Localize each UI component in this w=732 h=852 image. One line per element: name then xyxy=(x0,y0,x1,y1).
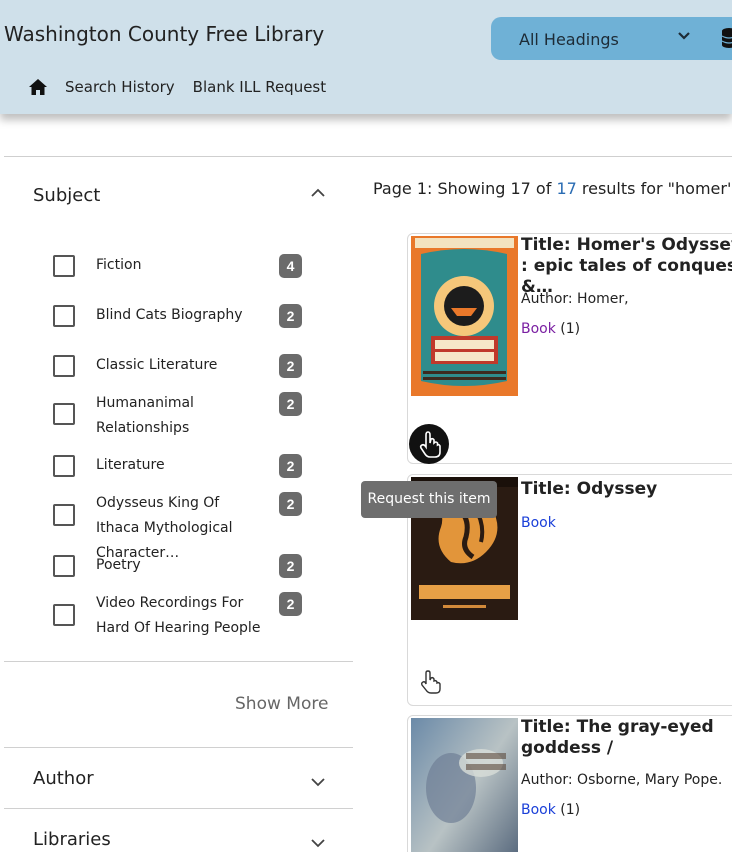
subject-facet-heading[interactable]: Subject xyxy=(33,185,100,206)
divider xyxy=(4,661,353,662)
book-cover-image[interactable] xyxy=(411,236,518,396)
result-title[interactable]: Title: The gray-eyed goddess / xyxy=(521,717,732,759)
book-cover-image[interactable] xyxy=(411,718,518,852)
results-total[interactable]: 17 xyxy=(556,179,576,198)
site-header: Washington County Free Library All Headi… xyxy=(0,0,732,114)
result-format: Book (1) xyxy=(521,321,580,337)
result-format: Book (1) xyxy=(521,802,580,818)
format-count: (1) xyxy=(560,802,581,818)
heading-type-select[interactable]: All Headings xyxy=(491,17,732,60)
format-link[interactable]: Book xyxy=(521,802,556,818)
divider xyxy=(4,747,353,748)
facet-label: Video Recordings For Hard Of Hearing Peo… xyxy=(96,595,261,636)
summary-prefix: Page 1: Showing 17 of xyxy=(373,179,557,198)
facet-checkbox[interactable] xyxy=(53,255,75,277)
facet-checkbox[interactable] xyxy=(53,604,75,626)
divider xyxy=(4,808,353,809)
format-link[interactable]: Book xyxy=(521,515,556,531)
facet-count-badge: 2 xyxy=(279,492,302,516)
facet-checkbox[interactable] xyxy=(53,355,75,377)
result-author: Author: Homer, xyxy=(521,291,629,307)
heading-select-value: All Headings xyxy=(519,30,619,49)
result-author: Author: Osborne, Mary Pope. xyxy=(521,772,723,788)
facet-count-badge: 2 xyxy=(279,454,302,478)
facet-checkbox[interactable] xyxy=(53,555,75,577)
facet-label: Blind Cats Biography xyxy=(96,307,243,323)
chevron-down-icon xyxy=(678,32,690,40)
facet-label: Classic Literature xyxy=(96,357,218,373)
facet-count-badge: 2 xyxy=(279,592,302,616)
result-format: Book xyxy=(521,515,556,531)
chevron-up-icon[interactable] xyxy=(310,188,326,198)
facet-label: Literature xyxy=(96,457,165,473)
format-link[interactable]: Book xyxy=(521,321,556,337)
chevron-down-icon[interactable] xyxy=(310,838,326,848)
facet-count-badge: 2 xyxy=(279,304,302,328)
facet-label: Poetry xyxy=(96,557,141,573)
results-summary: Page 1: Showing 17 of 17 results for "ho… xyxy=(373,179,732,198)
result-title[interactable]: Title: Homer's Odyssey : epic tales of c… xyxy=(521,235,732,298)
result-card: Title: Homer's Odyssey : epic tales of c… xyxy=(407,233,732,464)
result-title[interactable]: Title: Odyssey xyxy=(521,479,732,500)
facet-checkbox[interactable] xyxy=(53,455,75,477)
request-item-tooltip: Request this item xyxy=(361,481,497,518)
search-history-link[interactable]: Search History xyxy=(65,78,175,96)
main-nav: Search History Blank ILL Request xyxy=(28,76,344,98)
result-card: Title: The gray-eyed goddess / Author: O… xyxy=(407,715,732,852)
facet-count-badge: 4 xyxy=(279,254,302,278)
facet-sidebar: Subject Fiction 4 Blind Cats Biography 2… xyxy=(4,157,353,852)
facet-checkbox[interactable] xyxy=(53,403,75,425)
database-icon[interactable] xyxy=(721,27,732,49)
facet-count-badge: 2 xyxy=(279,554,302,578)
author-facet-heading[interactable]: Author xyxy=(33,768,94,789)
facet-checkbox[interactable] xyxy=(53,305,75,327)
hand-pointer-icon xyxy=(419,431,441,458)
facet-count-badge: 2 xyxy=(279,392,302,416)
home-icon[interactable] xyxy=(28,78,48,96)
facet-checkbox[interactable] xyxy=(53,504,75,526)
libraries-facet-heading[interactable]: Libraries xyxy=(33,829,111,850)
request-item-button[interactable] xyxy=(409,424,449,464)
request-item-button[interactable] xyxy=(417,669,443,695)
format-count: (1) xyxy=(560,321,581,337)
hand-pointer-icon xyxy=(420,670,441,694)
summary-suffix: results for "homer's od xyxy=(581,179,732,198)
facet-count-badge: 2 xyxy=(279,354,302,378)
facet-label: Fiction xyxy=(96,257,142,273)
site-title[interactable]: Washington County Free Library xyxy=(4,22,324,46)
facet-label: Humananimal Relationships xyxy=(96,395,194,436)
chevron-down-icon[interactable] xyxy=(310,777,326,787)
show-more-button[interactable]: Show More xyxy=(235,694,328,714)
blank-ill-request-link[interactable]: Blank ILL Request xyxy=(193,78,326,96)
